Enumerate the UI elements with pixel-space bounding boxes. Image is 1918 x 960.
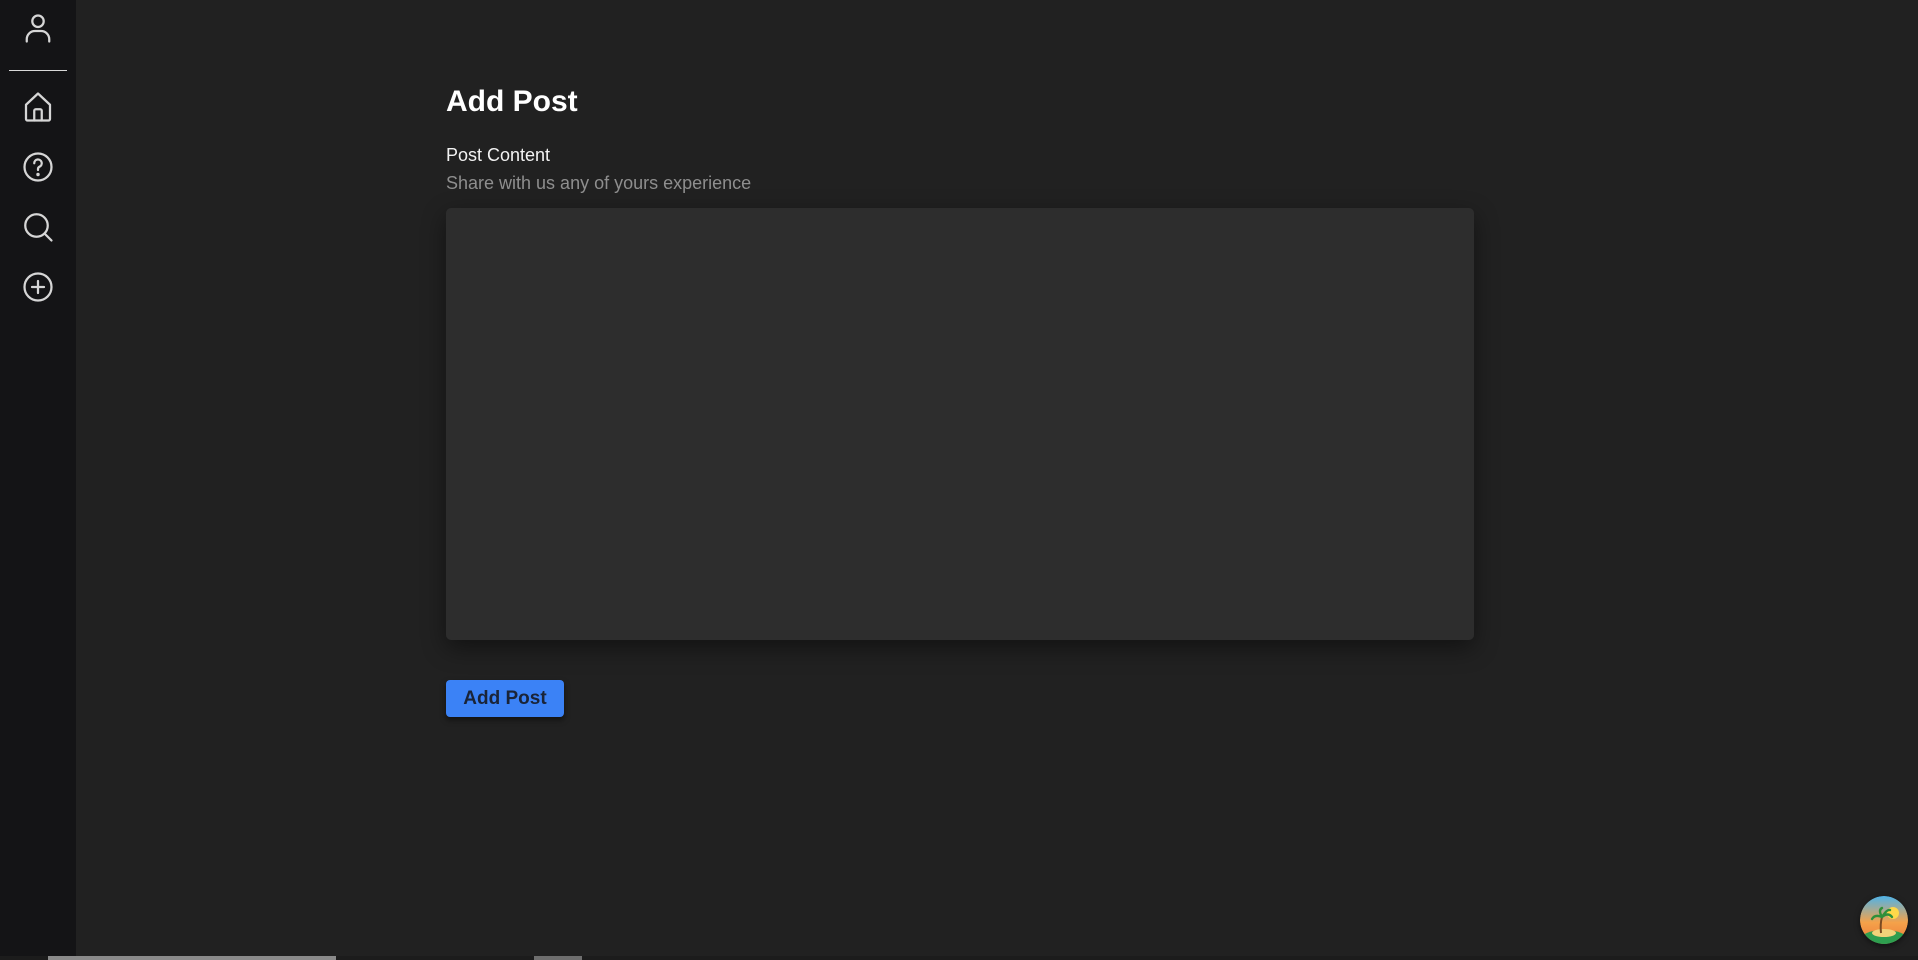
corner-avatar-button[interactable]	[1860, 896, 1908, 944]
scrollbar-thumb[interactable]	[48, 956, 336, 960]
search-icon	[24, 213, 53, 242]
post-content-hint: Share with us any of yours experience	[446, 173, 752, 193]
add-post-button[interactable]: Add Post	[446, 680, 564, 717]
profile-button[interactable]	[16, 6, 60, 50]
sidebar-nav	[16, 85, 60, 309]
page-title: Add Post	[446, 85, 578, 118]
post-content-label: Post Content	[446, 145, 551, 165]
sidebar-item-home[interactable]	[16, 85, 60, 129]
sidebar-item-help[interactable]	[16, 145, 60, 189]
post-content-textarea[interactable]	[446, 208, 1474, 640]
home-icon	[24, 92, 52, 122]
horizontal-scrollbar[interactable]	[0, 956, 1918, 960]
sidebar-divider	[9, 70, 67, 71]
scrollbar-thumb-secondary[interactable]	[534, 956, 582, 960]
add-post-form: Add Post Post Content Share with us any …	[446, 82, 1474, 717]
palm-island-avatar-icon	[1860, 896, 1908, 944]
question-circle-icon	[23, 152, 53, 182]
app-root: Add Post Post Content Share with us any …	[0, 0, 1918, 960]
plus-circle-icon	[23, 272, 53, 302]
user-icon	[25, 14, 51, 43]
sidebar-item-add[interactable]	[16, 265, 60, 309]
sidebar	[0, 0, 76, 960]
sidebar-item-search[interactable]	[16, 205, 60, 249]
